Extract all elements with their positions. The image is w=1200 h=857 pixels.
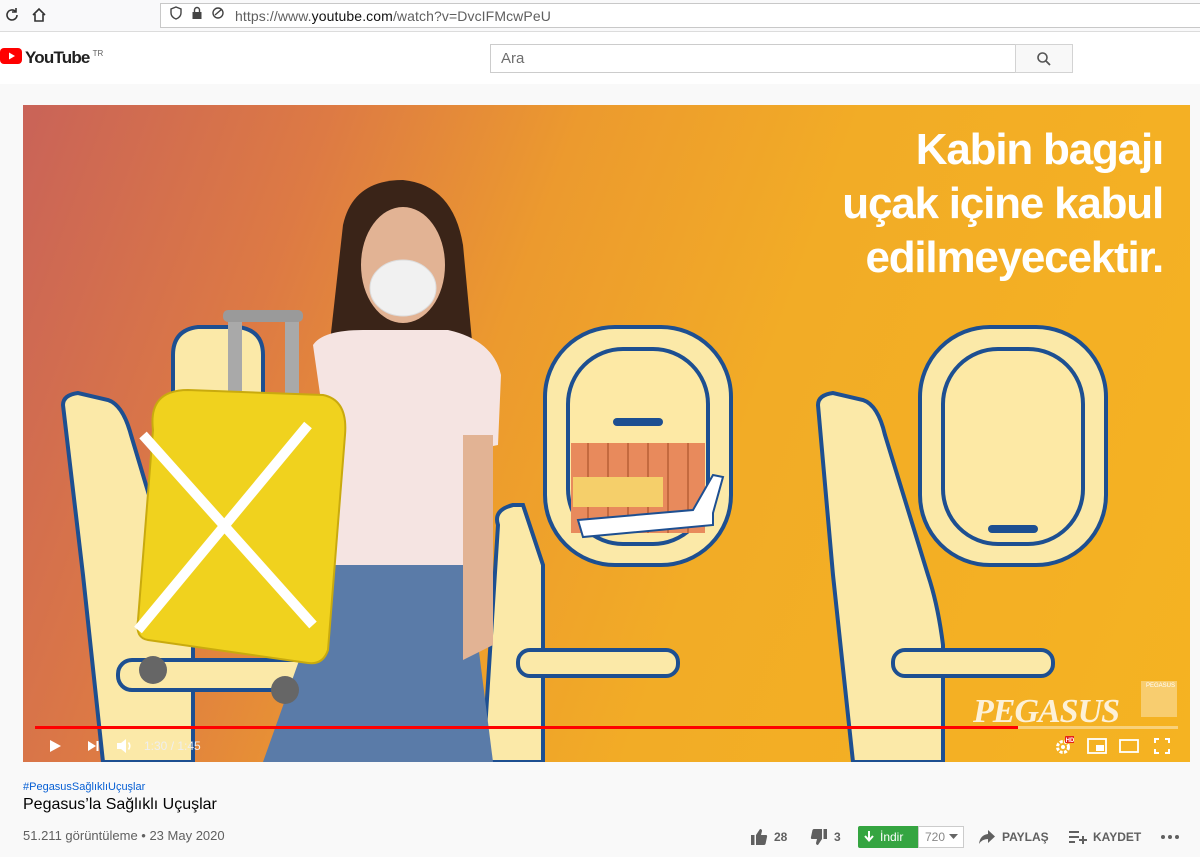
progress-fill	[35, 726, 1018, 729]
search-icon	[1037, 51, 1051, 66]
theater-mode-button[interactable]	[1118, 735, 1140, 757]
video-title: Pegasus’la Sağlıklı Uçuşlar	[23, 796, 217, 813]
home-icon[interactable]	[29, 5, 49, 25]
skip-next-icon	[88, 741, 99, 751]
permissions-icon[interactable]	[211, 6, 227, 25]
save-label: KAYDET	[1093, 830, 1142, 844]
youtube-header: YouTube TR Ara	[0, 32, 1200, 84]
theater-mode-icon	[1119, 739, 1139, 753]
thumbs-down-icon	[810, 829, 827, 845]
quality-select[interactable]: 720	[918, 826, 964, 848]
shield-icon	[169, 6, 183, 25]
youtube-play-logo-icon	[0, 48, 22, 64]
search-input[interactable]: Ara	[490, 44, 1016, 73]
address-bar[interactable]: https://www.youtube.com/watch?v=DvcIFMcw…	[160, 3, 1200, 28]
video-player[interactable]: Kabin bagajı uçak içine kabul edilmeyece…	[23, 105, 1190, 762]
url-text: https://www.youtube.com/watch?v=DvcIFMcw…	[235, 7, 551, 24]
miniplayer-icon	[1087, 738, 1107, 754]
video-headline: Kabin bagajı uçak içine kabul edilmeyece…	[842, 123, 1164, 285]
hd-badge: HD	[1066, 738, 1074, 744]
more-horizontal-icon	[1161, 835, 1179, 839]
chevron-down-icon	[949, 834, 959, 839]
country-code: TR	[92, 49, 104, 58]
dislike-button[interactable]: 3	[810, 826, 841, 848]
logo-text: YouTube	[25, 48, 90, 67]
play-button[interactable]	[45, 735, 65, 757]
thumbs-up-icon	[751, 829, 768, 845]
lock-icon	[191, 6, 203, 25]
headline-line-3: edilmeyecektir.	[865, 233, 1164, 282]
download-label: İndir	[880, 830, 904, 844]
player-controls: 1:30 / 1:45 HD	[23, 731, 1190, 762]
gear-icon: HD	[1056, 736, 1074, 754]
next-button[interactable]	[83, 735, 103, 757]
more-actions-button[interactable]	[1160, 826, 1180, 848]
share-button[interactable]: PAYLAŞ	[978, 826, 1049, 848]
youtube-logo[interactable]: YouTube TR	[0, 48, 103, 68]
progress-bar[interactable]	[35, 726, 1178, 729]
reload-icon[interactable]	[2, 5, 22, 25]
brand-watermark: PEGASUS	[1141, 681, 1177, 717]
view-count-date: 51.211 görüntüleme • 23 May 2020	[23, 828, 225, 843]
download-button[interactable]: İndir	[858, 826, 918, 848]
dislike-count: 3	[834, 830, 841, 844]
browser-toolbar: https://www.youtube.com/watch?v=DvcIFMcw…	[0, 0, 1200, 32]
settings-button[interactable]: HD	[1053, 735, 1075, 757]
fullscreen-icon	[1154, 738, 1170, 754]
download-arrow-icon	[864, 831, 874, 843]
playlist-add-icon	[1069, 831, 1087, 844]
headline-line-1: Kabin bagajı	[915, 125, 1164, 174]
play-icon	[50, 740, 61, 752]
fullscreen-button[interactable]	[1151, 735, 1173, 757]
time-display: 1:30 / 1:45	[144, 739, 201, 753]
headline-line-2: uçak içine kabul	[842, 179, 1164, 228]
search-button[interactable]	[1015, 44, 1073, 73]
save-button[interactable]: KAYDET	[1069, 826, 1141, 848]
share-label: PAYLAŞ	[1002, 830, 1049, 844]
hashtag-link[interactable]: #PegasusSağlıklıUçuşlar	[23, 781, 145, 793]
miniplayer-button[interactable]	[1086, 735, 1108, 757]
like-count: 28	[774, 830, 788, 844]
volume-button[interactable]	[114, 735, 136, 757]
share-icon	[979, 830, 995, 844]
like-button[interactable]: 28	[750, 826, 787, 848]
volume-icon	[117, 739, 131, 753]
quality-value: 720	[925, 830, 946, 844]
